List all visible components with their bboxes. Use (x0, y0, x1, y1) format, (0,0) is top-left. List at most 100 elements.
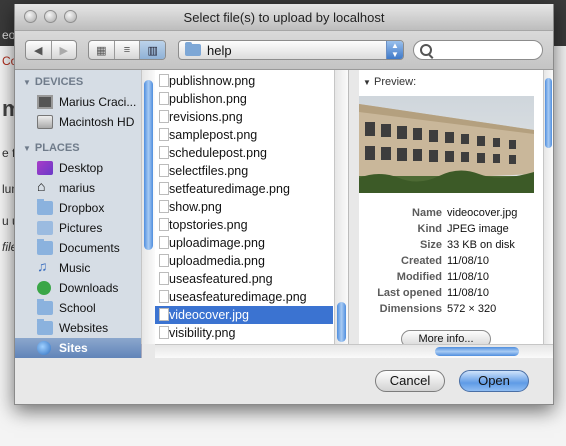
list-item[interactable]: uploadimage.png (155, 234, 333, 252)
file-icon (159, 272, 169, 285)
sidebar-item-downloads[interactable]: Downloads (15, 278, 141, 298)
file-name: visibility.png (169, 326, 236, 340)
file-icon (159, 110, 169, 123)
devices-header[interactable]: ▼ DEVICES (23, 76, 83, 88)
meta-value: JPEG image (447, 223, 509, 235)
list-item[interactable]: visibility.png (155, 324, 333, 342)
sidebar-item-desktop[interactable]: Desktop (15, 158, 141, 178)
list-item-selected[interactable]: videocover.jpg (155, 306, 333, 324)
back-button[interactable]: ◀ (26, 41, 52, 59)
file-icon (159, 200, 169, 213)
file-name: show.png (169, 200, 222, 214)
sidebar-item-label: Downloads (59, 281, 119, 295)
scrollbar-thumb[interactable] (144, 80, 153, 250)
disclosure-triangle-icon: ▼ (363, 78, 371, 87)
list-item[interactable]: publishon.png (155, 90, 333, 108)
meta-key: Size (419, 239, 442, 251)
file-icon (159, 182, 169, 195)
building-photo-icon (359, 96, 534, 193)
file-icon (159, 74, 169, 87)
sidebar-item-macintosh-hd[interactable]: Macintosh HD (15, 112, 141, 132)
list-item[interactable]: useasfeaturedimage.png (155, 288, 333, 306)
file-icon (159, 290, 169, 303)
devices-header-label: DEVICES (34, 76, 84, 88)
search-field[interactable] (413, 40, 543, 60)
sidebar-item-label: Websites (59, 321, 109, 335)
preview-scrollbar[interactable] (543, 70, 553, 344)
list-item[interactable]: publishnow.png (155, 72, 333, 90)
file-icon (159, 236, 169, 249)
file-name: selectfiles.png (169, 164, 249, 178)
file-name: publishnow.png (169, 74, 256, 88)
scrollbar-thumb[interactable] (435, 347, 519, 356)
preview-pane: ▼ Preview: Name videocover.jpg Kind JPEG… (359, 70, 543, 344)
sidebar-item-label: Marius Craci... (59, 95, 137, 109)
sidebar-item-label: marius (59, 181, 96, 195)
meta-key: Created (401, 255, 442, 267)
list-item[interactable]: topstories.png (155, 216, 333, 234)
music-icon: ♫ (37, 258, 48, 274)
list-item[interactable]: uploadmedia.png (155, 252, 333, 270)
list-item[interactable]: schedulepost.png (155, 144, 333, 162)
hard-drive-icon (37, 115, 53, 129)
open-button[interactable]: Open (459, 370, 529, 392)
sidebar-item-label: School (59, 301, 96, 315)
list-item[interactable]: revisions.png (155, 108, 333, 126)
folder-icon (37, 299, 53, 315)
sidebar-item-websites[interactable]: Websites (15, 318, 141, 338)
scrollbar-thumb[interactable] (337, 302, 346, 342)
list-item[interactable]: show.png (155, 198, 333, 216)
horizontal-scrollbar[interactable] (155, 344, 553, 358)
pictures-icon (37, 221, 53, 235)
file-list-scrollbar[interactable] (334, 70, 348, 344)
meta-key: Modified (396, 271, 442, 283)
sidebar-item-label: Pictures (59, 221, 103, 235)
file-icon (159, 146, 169, 159)
desktop-icon (37, 161, 53, 175)
meta-row-last-opened: Last opened 11/08/10 (359, 287, 543, 303)
icon-view-icon: ▦ (96, 44, 107, 57)
sidebar-item-marius[interactable]: ⌂ marius (15, 178, 141, 198)
file-name: publishon.png (169, 92, 247, 106)
cancel-button[interactable]: Cancel (375, 370, 445, 392)
location-popup[interactable]: help ▲ ▼ (178, 40, 404, 60)
forward-arrow-icon: ▶ (59, 44, 68, 57)
places-header[interactable]: ▼ PLACES (23, 142, 80, 154)
column-view-button[interactable]: ▥ (140, 41, 165, 59)
navigation-buttons: ◀ ▶ (25, 40, 77, 60)
list-item[interactable]: selectfiles.png (155, 162, 333, 180)
sidebar-item-label: Macintosh HD (59, 115, 135, 129)
popup-arrows-icon: ▲ ▼ (386, 41, 403, 59)
meta-row-name: Name videocover.jpg (359, 207, 543, 223)
file-icon (159, 254, 169, 267)
icon-view-button[interactable]: ▦ (89, 41, 115, 59)
sidebar-item-label: Dropbox (59, 201, 105, 215)
sidebar-item-music[interactable]: ♫ Music (15, 258, 141, 278)
sidebar-item-pictures[interactable]: Pictures (15, 218, 141, 238)
file-name: videocover.jpg (169, 308, 249, 322)
meta-key: Last opened (377, 287, 442, 299)
file-upload-dialog: Select file(s) to upload by localhost ◀ … (14, 4, 554, 405)
view-mode-control: ▦ ≡ ▥ (88, 40, 166, 60)
back-arrow-icon: ◀ (34, 44, 43, 57)
sidebar-scrollbar[interactable] (141, 70, 155, 344)
sidebar-item-computer[interactable]: Marius Craci... (15, 92, 141, 112)
scrollbar-thumb[interactable] (545, 78, 552, 148)
sidebar-item-dropbox[interactable]: Dropbox (15, 198, 141, 218)
file-name: setfeaturedimage.png (169, 182, 290, 196)
folder-icon (37, 239, 53, 255)
sidebar-item-school[interactable]: School (15, 298, 141, 318)
list-item[interactable]: useasfeatured.png (155, 270, 333, 288)
list-item[interactable]: samplepost.png (155, 126, 333, 144)
file-icon (159, 164, 169, 177)
sidebar: ▼ DEVICES Marius Craci... Macintosh HD ▼ P… (15, 70, 142, 358)
file-name: uploadmedia.png (169, 254, 265, 268)
location-label: help (207, 43, 232, 58)
list-item[interactable]: setfeaturedimage.png (155, 180, 333, 198)
sidebar-item-sites[interactable]: Sites (15, 338, 141, 358)
forward-button[interactable]: ▶ (52, 41, 77, 59)
meta-value: 11/08/10 (447, 271, 490, 283)
sidebar-item-documents[interactable]: Documents (15, 238, 141, 258)
list-view-button[interactable]: ≡ (115, 41, 141, 59)
meta-row-size: Size 33 KB on disk (359, 239, 543, 255)
